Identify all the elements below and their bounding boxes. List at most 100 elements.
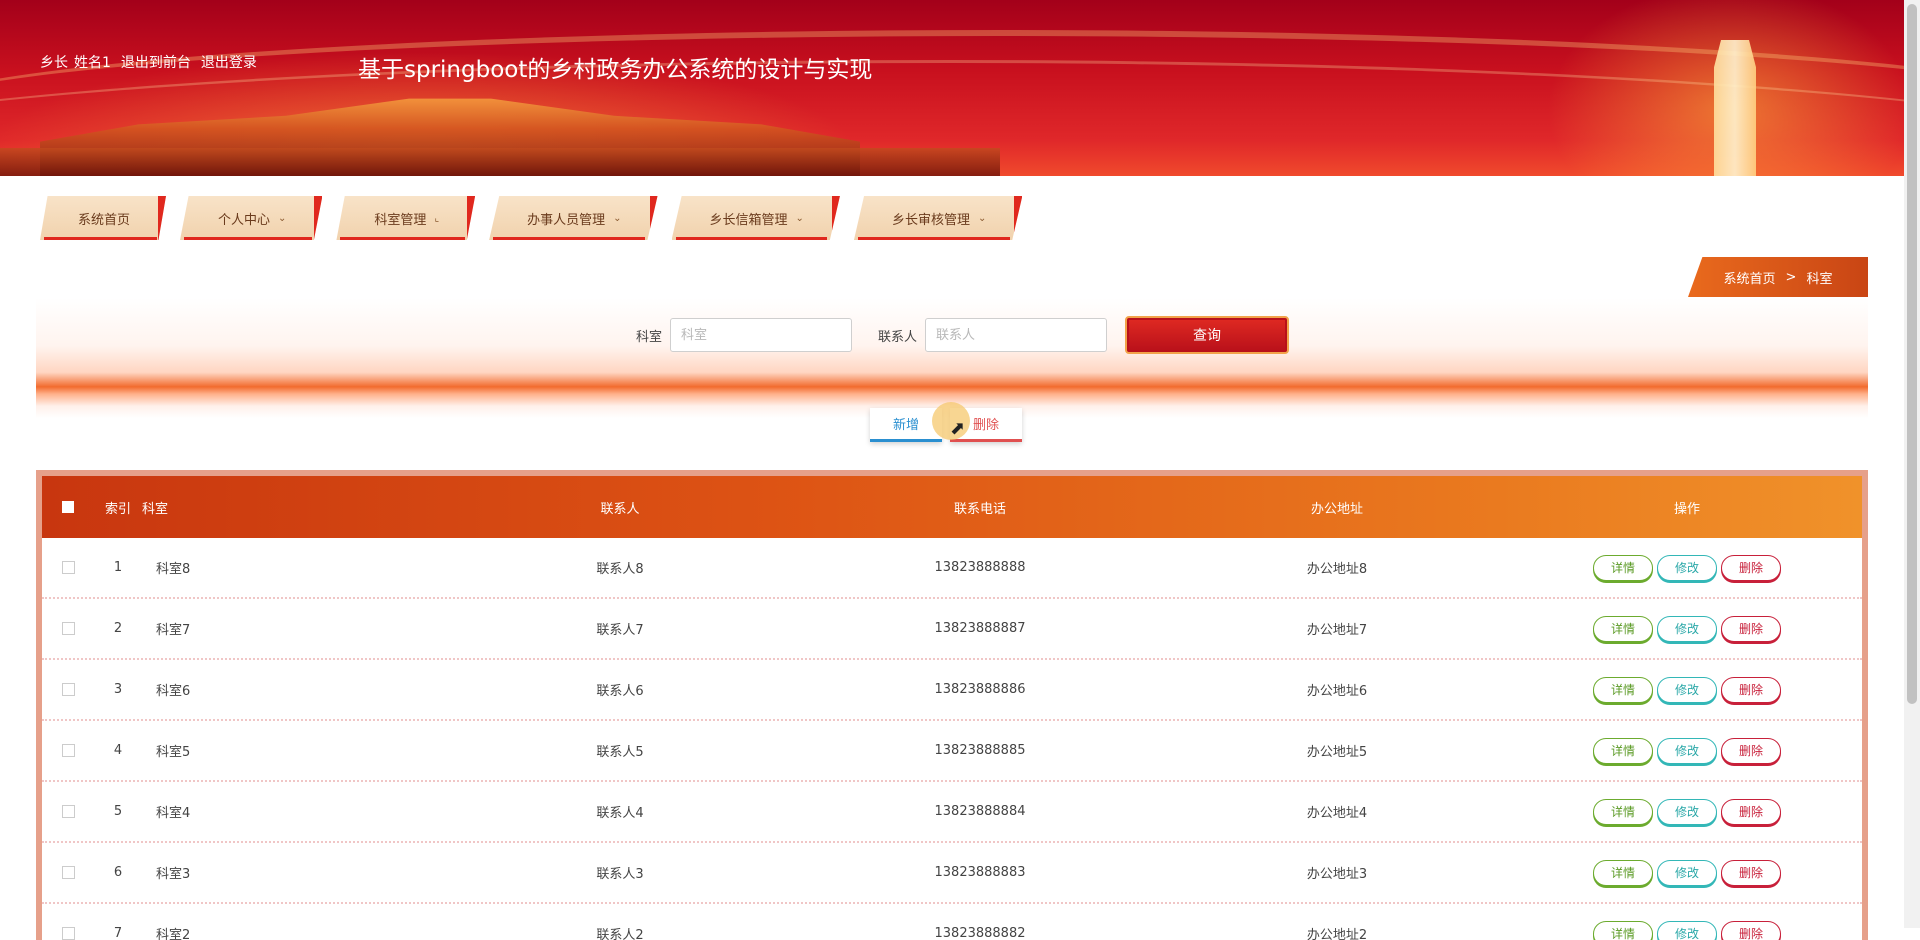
header-index: 索引 <box>94 498 142 517</box>
user-name: 姓名1 <box>74 52 111 72</box>
cell-index: 3 <box>94 682 142 697</box>
detail-button[interactable]: 详情 <box>1593 860 1653 886</box>
cell-address: 办公地址7 <box>1162 619 1512 638</box>
delete-button[interactable]: 删除 <box>1721 555 1781 581</box>
detail-button[interactable]: 详情 <box>1593 738 1653 764</box>
user-role: 乡长 <box>40 52 68 72</box>
cell-address: 办公地址4 <box>1162 802 1512 821</box>
search-form: 科室 联系人 查询 <box>636 316 1289 354</box>
cell-ops: 详情修改删除 <box>1512 738 1862 764</box>
exit-to-front-link[interactable]: 退出到前台 <box>121 52 191 72</box>
edit-button[interactable]: 修改 <box>1657 677 1717 703</box>
edit-button[interactable]: 修改 <box>1657 860 1717 886</box>
delete-button[interactable]: 删除 <box>1721 616 1781 642</box>
contact-search-input[interactable] <box>925 318 1107 352</box>
nav-item-staff-management[interactable]: 办事人员管理 ⌄ <box>489 196 657 240</box>
nav-item-review-management[interactable]: 乡长审核管理 ⌄ <box>854 196 1022 240</box>
nav-item-personal-center[interactable]: 个人中心 ⌄ <box>180 196 322 240</box>
page-scrollbar[interactable] <box>1904 0 1920 928</box>
nav-item-home[interactable]: 系统首页 <box>40 196 166 240</box>
cell-phone: 13823888886 <box>798 682 1162 697</box>
delete-button[interactable]: 删除 <box>1721 921 1781 940</box>
cell-address: 办公地址8 <box>1162 558 1512 577</box>
nav-item-dept-management[interactable]: 科室管理 ⌞ <box>336 196 475 240</box>
row-checkbox[interactable] <box>62 683 75 696</box>
cell-index: 7 <box>94 926 142 940</box>
cell-phone: 13823888883 <box>798 865 1162 880</box>
row-checkbox[interactable] <box>62 622 75 635</box>
nav-item-label: 个人中心 <box>218 209 270 228</box>
breadcrumb-separator: > <box>1786 270 1797 285</box>
site-title: 基于springboot的乡村政务办公系统的设计与实现 <box>358 50 872 84</box>
cell-contact: 联系人3 <box>442 863 798 882</box>
header-banner <box>0 0 1904 176</box>
cell-contact: 联系人5 <box>442 741 798 760</box>
mouse-pointer-icon: ⬈ <box>950 418 965 439</box>
edit-button[interactable]: 修改 <box>1657 616 1717 642</box>
contact-search-label: 联系人 <box>878 326 917 345</box>
delete-button[interactable]: 删除 <box>1721 860 1781 886</box>
add-button[interactable]: 新增 <box>870 408 942 442</box>
cell-dept: 科室7 <box>142 619 442 638</box>
cell-address: 办公地址5 <box>1162 741 1512 760</box>
cell-phone: 13823888887 <box>798 621 1162 636</box>
detail-button[interactable]: 详情 <box>1593 616 1653 642</box>
cell-ops: 详情修改删除 <box>1512 921 1862 940</box>
row-checkbox[interactable] <box>62 805 75 818</box>
table-row: 5科室4联系人413823888884办公地址4详情修改删除 <box>42 782 1862 843</box>
edit-button[interactable]: 修改 <box>1657 738 1717 764</box>
chevron-down-icon: ⌄ <box>278 213 286 224</box>
dept-search-input[interactable] <box>670 318 852 352</box>
delete-button[interactable]: 删除 <box>1721 738 1781 764</box>
nav-item-mailbox-management[interactable]: 乡长信箱管理 ⌄ <box>672 196 840 240</box>
nav-item-label: 乡长信箱管理 <box>710 209 788 228</box>
cell-index: 2 <box>94 621 142 636</box>
edit-button[interactable]: 修改 <box>1657 799 1717 825</box>
detail-button[interactable]: 详情 <box>1593 799 1653 825</box>
row-checkbox[interactable] <box>62 744 75 757</box>
cell-phone: 13823888884 <box>798 804 1162 819</box>
user-bar: 乡长 姓名1 退出到前台 退出登录 <box>40 52 257 72</box>
cell-contact: 联系人6 <box>442 680 798 699</box>
header-phone: 联系电话 <box>798 498 1162 517</box>
table-row: 4科室5联系人513823888885办公地址5详情修改删除 <box>42 721 1862 782</box>
logout-link[interactable]: 退出登录 <box>201 52 257 72</box>
select-all-checkbox[interactable] <box>62 501 74 513</box>
banner-palace-base <box>0 148 1000 176</box>
cell-index: 1 <box>94 560 142 575</box>
table-row: 6科室3联系人313823888883办公地址3详情修改删除 <box>42 843 1862 904</box>
table-row: 7科室2联系人213823888882办公地址2详情修改删除 <box>42 904 1862 940</box>
row-checkbox[interactable] <box>62 927 75 940</box>
nav-item-label: 乡长审核管理 <box>892 209 970 228</box>
header-dept: 科室 <box>142 498 442 517</box>
cell-dept: 科室5 <box>142 741 442 760</box>
row-checkbox[interactable] <box>62 866 75 879</box>
detail-button[interactable]: 详情 <box>1593 921 1653 940</box>
chevron-down-icon: ⌞ <box>434 213 439 224</box>
scrollbar-thumb[interactable] <box>1907 4 1917 704</box>
cell-ops: 详情修改删除 <box>1512 616 1862 642</box>
detail-button[interactable]: 详情 <box>1593 677 1653 703</box>
row-checkbox[interactable] <box>62 561 75 574</box>
cell-phone: 13823888885 <box>798 743 1162 758</box>
delete-button[interactable]: 删除 <box>1721 799 1781 825</box>
cell-dept: 科室6 <box>142 680 442 699</box>
query-button[interactable]: 查询 <box>1125 316 1289 354</box>
breadcrumb-current: 科室 <box>1806 268 1832 287</box>
chevron-down-icon: ⌄ <box>978 213 986 224</box>
cell-address: 办公地址6 <box>1162 680 1512 699</box>
cell-ops: 详情修改删除 <box>1512 799 1862 825</box>
edit-button[interactable]: 修改 <box>1657 555 1717 581</box>
header-ops: 操作 <box>1512 498 1862 517</box>
breadcrumb-home-link[interactable]: 系统首页 <box>1724 268 1776 287</box>
table-header: 索引 科室 联系人 联系电话 办公地址 操作 <box>42 476 1862 538</box>
table-row: 2科室7联系人713823888887办公地址7详情修改删除 <box>42 599 1862 660</box>
dept-search-label: 科室 <box>636 326 662 345</box>
delete-button[interactable]: 删除 <box>1721 677 1781 703</box>
edit-button[interactable]: 修改 <box>1657 921 1717 940</box>
detail-button[interactable]: 详情 <box>1593 555 1653 581</box>
cell-address: 办公地址2 <box>1162 924 1512 940</box>
header-address: 办公地址 <box>1162 498 1512 517</box>
cell-contact: 联系人4 <box>442 802 798 821</box>
nav-item-label: 系统首页 <box>78 209 130 228</box>
